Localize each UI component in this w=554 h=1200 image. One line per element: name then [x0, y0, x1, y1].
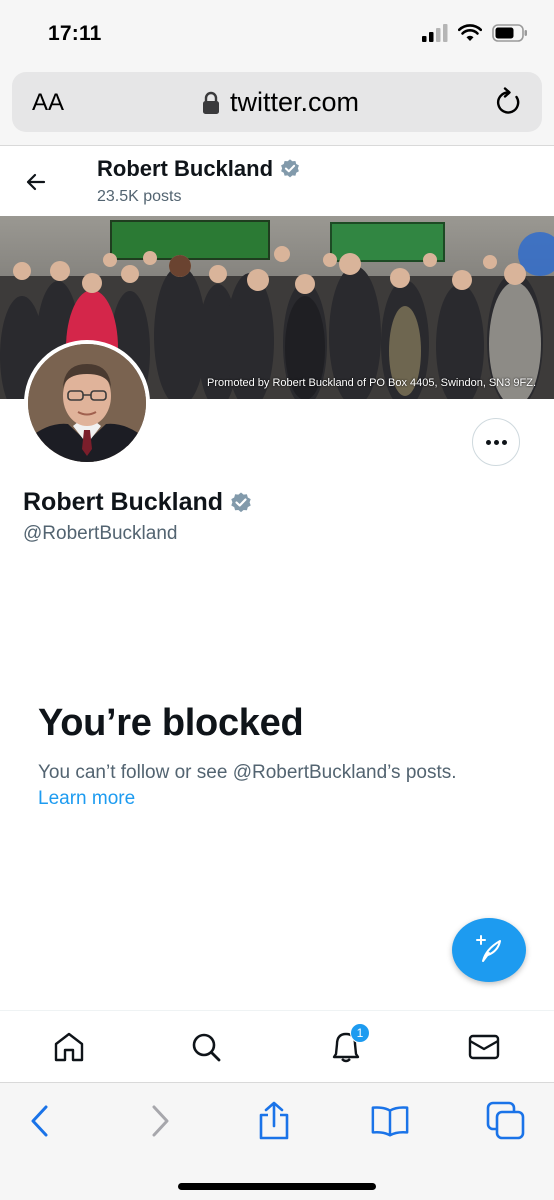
verified-badge-icon — [281, 159, 299, 178]
browser-top-bar: AA twitter.com — [0, 68, 554, 146]
text-size-button[interactable]: AA — [32, 89, 64, 117]
banner-caption: Promoted by Robert Buckland of PO Box 44… — [207, 377, 536, 389]
nav-messages[interactable] — [466, 1029, 502, 1065]
notification-badge: 1 — [350, 1023, 370, 1043]
reload-icon — [496, 87, 520, 114]
address-bar[interactable]: AA twitter.com — [12, 72, 542, 132]
browser-toolbar — [0, 1082, 554, 1200]
nav-search[interactable] — [188, 1029, 224, 1065]
share-button[interactable] — [254, 1101, 294, 1141]
bottom-navigation: 1 — [0, 1010, 554, 1082]
nav-home[interactable] — [51, 1029, 87, 1065]
url-display[interactable]: twitter.com — [202, 87, 359, 118]
mail-icon — [468, 1034, 500, 1060]
text-size-label: AA — [32, 89, 65, 116]
blocked-title: You’re blocked — [38, 702, 304, 744]
browser-forward-button[interactable] — [140, 1101, 180, 1141]
wifi-icon — [458, 24, 482, 41]
learn-more-link[interactable]: Learn more — [38, 788, 135, 810]
compose-button[interactable] — [452, 918, 526, 982]
cellular-signal-icon — [422, 24, 448, 42]
more-horizontal-icon — [501, 439, 507, 445]
chevron-left-icon — [31, 1105, 48, 1137]
url-text: twitter.com — [230, 87, 360, 117]
posts-count: 23.5K posts — [97, 188, 182, 205]
verified-badge-icon — [231, 492, 251, 512]
reload-button[interactable] — [494, 87, 522, 122]
blocked-message: You can’t follow or see @RobertBuckland’… — [38, 762, 457, 783]
browser-back-button[interactable] — [20, 1101, 60, 1141]
header-name: Robert Buckland — [97, 156, 274, 181]
avatar-photo — [28, 344, 146, 462]
lock-icon — [203, 91, 219, 114]
more-horizontal-icon — [485, 439, 491, 445]
status-time: 17:11 — [48, 22, 102, 45]
search-icon — [192, 1033, 221, 1062]
status-icons — [422, 24, 528, 42]
share-icon — [259, 1101, 289, 1140]
profile-handle: @RobertBuckland — [23, 523, 178, 544]
more-options-button[interactable] — [472, 418, 520, 466]
header-name-row: Robert Buckland — [97, 156, 301, 182]
bookmarks-button[interactable] — [370, 1101, 410, 1141]
tabs-button[interactable] — [486, 1101, 526, 1141]
profile-name: Robert Buckland — [23, 488, 224, 516]
arrow-left-icon — [26, 173, 46, 191]
home-indicator[interactable] — [178, 1183, 376, 1190]
profile-header: Robert Buckland 23.5K posts — [0, 146, 554, 216]
battery-icon — [492, 24, 527, 42]
profile-avatar[interactable] — [24, 340, 150, 466]
home-icon — [54, 1032, 84, 1062]
chevron-right-icon — [152, 1105, 169, 1137]
compose-feather-icon — [476, 935, 501, 962]
profile-name-row: Robert Buckland — [23, 488, 253, 517]
book-icon — [371, 1106, 409, 1137]
nav-notifications[interactable]: 1 — [328, 1023, 370, 1065]
tabs-icon — [486, 1101, 525, 1140]
back-button[interactable] — [20, 166, 52, 198]
more-horizontal-icon — [493, 439, 499, 445]
status-bar: 17:11 — [0, 0, 554, 68]
